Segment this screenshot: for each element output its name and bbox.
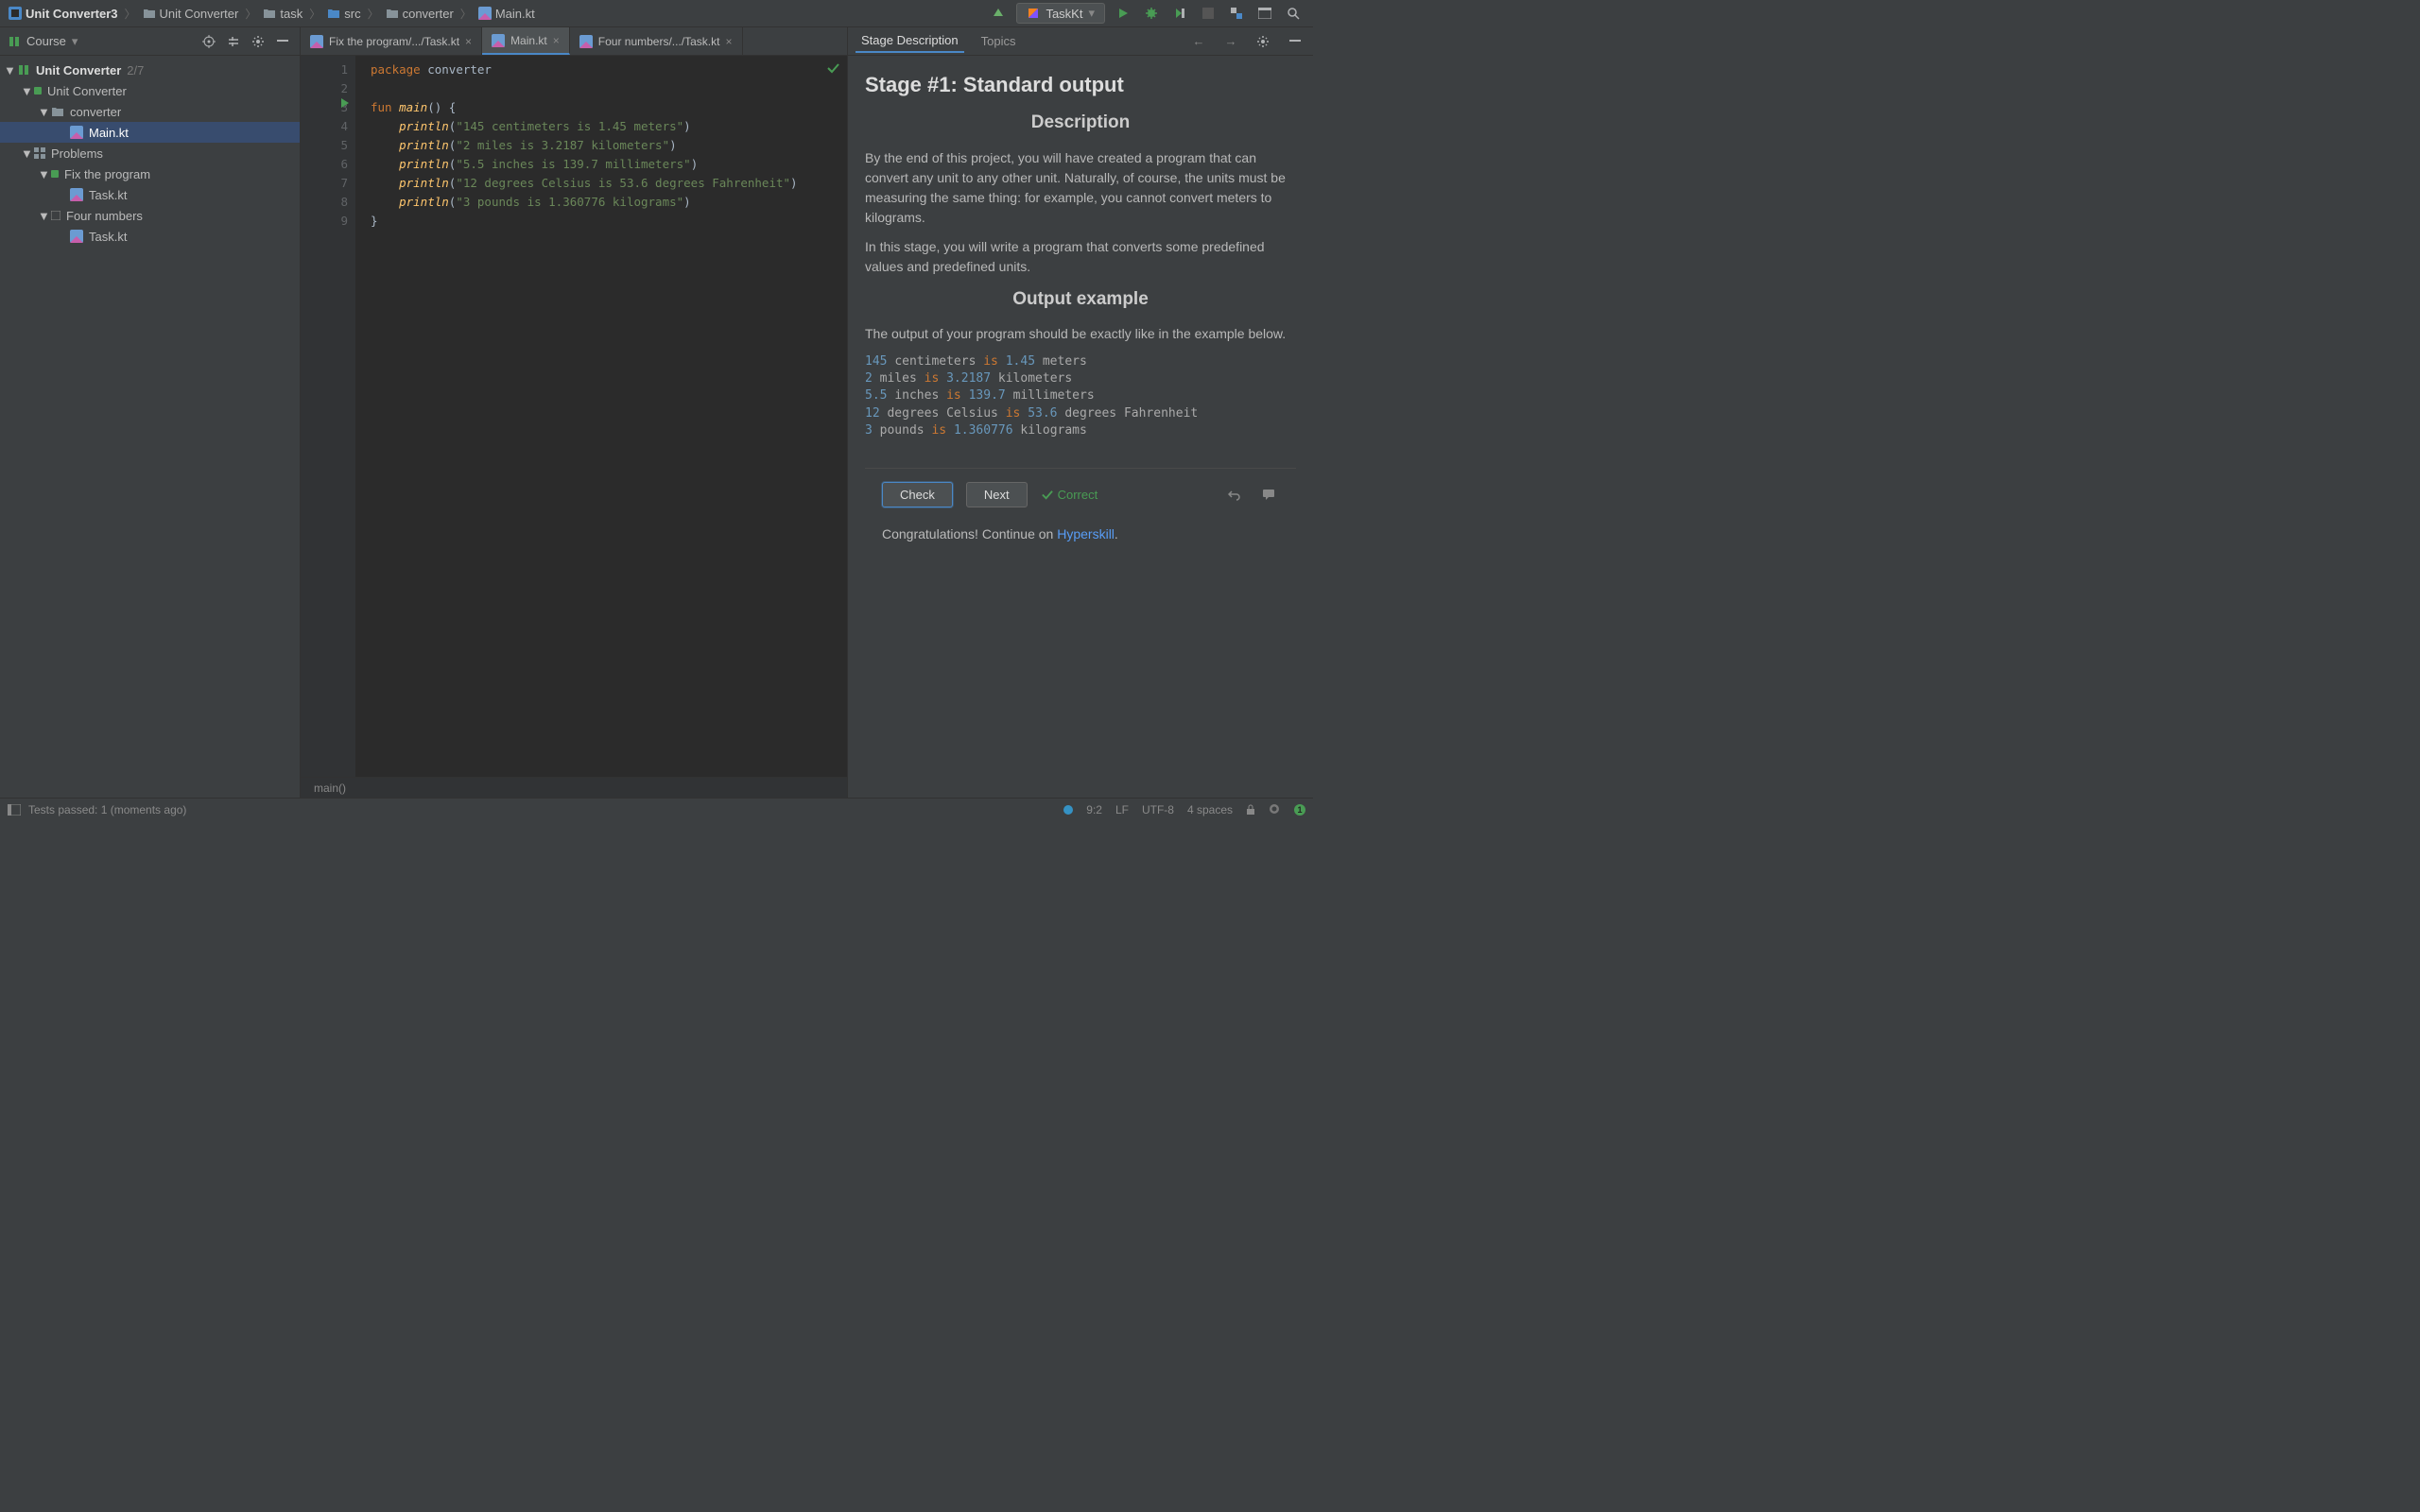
check-icon xyxy=(1041,489,1053,501)
line-gutter: 123456789 xyxy=(301,56,355,777)
tree-problem2[interactable]: ▼ Four numbers xyxy=(0,205,300,226)
kotlin-file-icon xyxy=(70,230,83,243)
analysis-ok-icon[interactable] xyxy=(826,61,839,75)
tree-problem2-file[interactable]: Task.kt xyxy=(0,226,300,247)
nav-back-icon[interactable]: ← xyxy=(1188,31,1209,52)
book-icon xyxy=(17,63,30,77)
tree-package[interactable]: ▼ converter xyxy=(0,101,300,122)
run-config-dropdown[interactable]: TaskKt ▾ xyxy=(1016,3,1105,24)
comment-icon[interactable] xyxy=(1258,484,1279,505)
description-text: In this stage, you will write a program … xyxy=(865,237,1296,277)
line-ending[interactable]: LF xyxy=(1115,803,1129,816)
chevron-down-icon: ▾ xyxy=(72,34,78,49)
hyperskill-link[interactable]: Hyperskill xyxy=(1057,526,1115,541)
kotlin-file-icon xyxy=(492,34,505,47)
project-icon xyxy=(9,7,22,20)
chevron-down-icon: ▾ xyxy=(1088,6,1095,21)
folder-icon xyxy=(386,8,399,19)
gear-icon[interactable] xyxy=(249,32,268,51)
window-layout-icon[interactable] xyxy=(1254,3,1275,24)
code-text[interactable]: package converter fun main() { println("… xyxy=(355,56,847,777)
stop-button xyxy=(1198,3,1219,24)
kotlin-file-icon xyxy=(70,126,83,139)
tree-problems[interactable]: ▼ Problems xyxy=(0,143,300,163)
folder-icon xyxy=(51,106,64,117)
tab-topics[interactable]: Topics xyxy=(976,30,1022,52)
status-square-icon xyxy=(34,87,42,94)
search-everywhere-icon[interactable] xyxy=(1283,3,1304,24)
kotlin-file-icon xyxy=(70,188,83,201)
tab-stage-description[interactable]: Stage Description xyxy=(856,29,964,53)
progress-indicator[interactable] xyxy=(1063,805,1073,815)
chevron-right-icon: 〉 xyxy=(309,6,320,22)
check-button[interactable]: Check xyxy=(882,482,953,507)
notification-badge[interactable]: 1 xyxy=(1294,804,1305,816)
kotlin-icon xyxy=(1027,7,1040,20)
congrats-text: Congratulations! Continue on Hyperskill. xyxy=(882,524,1279,544)
kotlin-file-icon xyxy=(579,35,593,48)
course-panel-title[interactable]: Course ▾ xyxy=(8,34,194,49)
gear-icon[interactable] xyxy=(1253,31,1273,52)
tree-problem1[interactable]: ▼ Fix the program xyxy=(0,163,300,184)
build-icon[interactable] xyxy=(988,3,1009,24)
status-correct: Correct xyxy=(1041,486,1098,505)
lock-icon[interactable] xyxy=(1246,804,1255,816)
next-button[interactable]: Next xyxy=(966,482,1028,507)
git-icon[interactable] xyxy=(1226,3,1247,24)
section-heading: Description xyxy=(865,110,1296,137)
target-icon[interactable] xyxy=(199,32,218,51)
minimize-icon[interactable] xyxy=(273,32,292,51)
folder-icon xyxy=(263,8,276,19)
kotlin-file-icon xyxy=(478,7,492,20)
description-text: By the end of this project, you will hav… xyxy=(865,148,1296,228)
encoding[interactable]: UTF-8 xyxy=(1142,803,1174,816)
chevron-right-icon: 〉 xyxy=(460,6,472,22)
tree-file-main[interactable]: Main.kt xyxy=(0,122,300,143)
description-text: The output of your program should be exa… xyxy=(865,324,1296,344)
chevron-right-icon: 〉 xyxy=(125,6,136,22)
indent[interactable]: 4 spaces xyxy=(1187,803,1233,816)
folder-icon xyxy=(327,8,340,19)
breadcrumb-function[interactable]: main() xyxy=(314,782,346,795)
status-square-icon xyxy=(51,170,59,178)
run-button[interactable] xyxy=(1113,3,1133,24)
close-icon[interactable]: × xyxy=(553,34,560,47)
chevron-right-icon: 〉 xyxy=(368,6,379,22)
minimize-icon[interactable] xyxy=(1285,31,1305,52)
chevron-right-icon: 〉 xyxy=(245,6,256,22)
run-gutter-icon[interactable] xyxy=(340,98,350,108)
tests-status[interactable]: Tests passed: 1 (moments ago) xyxy=(28,803,186,816)
tree-stage[interactable]: ▼ Unit Converter xyxy=(0,80,300,101)
book-icon xyxy=(8,35,21,48)
tool-window-icon[interactable] xyxy=(8,804,21,816)
breadcrumb[interactable]: Unit Converter3 〉 Unit Converter 〉 task … xyxy=(6,5,538,23)
inspector-icon[interactable] xyxy=(1269,803,1281,816)
editor-tab[interactable]: Fix the program/.../Task.kt × xyxy=(301,27,482,55)
debug-button[interactable] xyxy=(1141,3,1162,24)
output-example: 145 centimeters is 1.45 meters 2 miles i… xyxy=(865,353,1296,439)
expand-icon[interactable] xyxy=(224,32,243,51)
nav-forward-icon[interactable]: → xyxy=(1220,31,1241,52)
folder-icon xyxy=(143,8,156,19)
tree-project[interactable]: ▼ Unit Converter 2/7 xyxy=(0,60,300,80)
modules-icon xyxy=(34,147,45,159)
undo-icon[interactable] xyxy=(1224,484,1245,505)
tree-problem1-file[interactable]: Task.kt xyxy=(0,184,300,205)
close-icon[interactable]: × xyxy=(465,35,472,48)
stage-title: Stage #1: Standard output xyxy=(865,69,1296,100)
section-heading: Output example xyxy=(865,286,1296,314)
code-editor[interactable]: 123456789 package converter fun main() {… xyxy=(301,56,847,777)
cursor-position[interactable]: 9:2 xyxy=(1086,803,1102,816)
editor-tab-active[interactable]: Main.kt × xyxy=(482,27,570,55)
empty-square-icon xyxy=(51,211,60,220)
run-coverage-button[interactable] xyxy=(1169,3,1190,24)
close-icon[interactable]: × xyxy=(725,35,732,48)
kotlin-file-icon xyxy=(310,35,323,48)
editor-tab[interactable]: Four numbers/.../Task.kt × xyxy=(570,27,743,55)
